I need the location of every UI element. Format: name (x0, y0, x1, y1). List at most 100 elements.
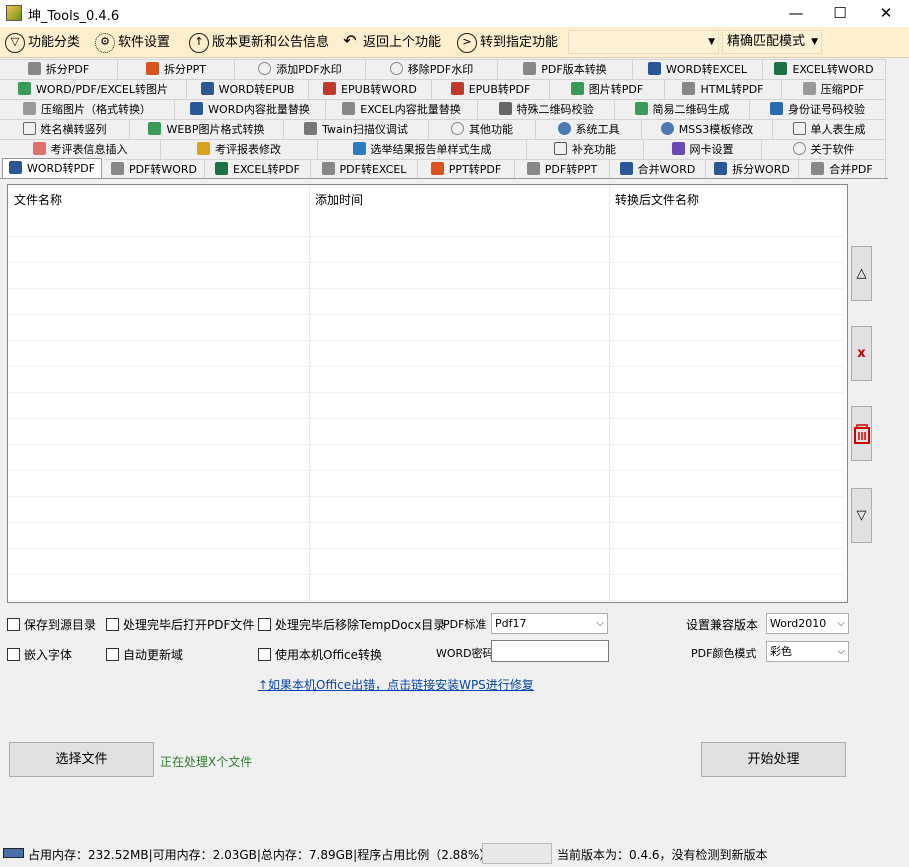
tab-webp-convert[interactable]: WEBP图片格式转换 (130, 119, 284, 139)
tab-pdf-to-excel[interactable]: PDF转EXCEL (311, 159, 418, 179)
grid-row-line (8, 340, 843, 341)
menu-go-to-function[interactable]: > 转到指定功能 (457, 31, 558, 55)
menu-function-category[interactable]: ▽ 功能分类 (5, 31, 80, 55)
tab-row-3: 压缩图片（格式转换） WORD内容批量替换 EXCEL内容批量替换 特殊二维码校… (0, 99, 909, 119)
upload-icon (197, 142, 210, 155)
tab-html-to-pdf[interactable]: HTML转PDF (665, 79, 782, 99)
tab-pdf-to-ppt[interactable]: PDF转PPT (515, 159, 610, 179)
minimize-button[interactable]: — (773, 0, 819, 27)
tab-compress-pdf[interactable]: 压缩PDF (782, 79, 886, 99)
tab-other-functions[interactable]: 其他功能 (429, 119, 536, 139)
tab-split-word[interactable]: 拆分WORD (706, 159, 799, 179)
tab-system-tools[interactable]: 系统工具 (536, 119, 642, 139)
tab-merge-pdf[interactable]: 合并PDF (799, 159, 886, 179)
clear-list-button[interactable] (851, 406, 872, 461)
window-title: 坤_Tools_0.4.6 (28, 9, 120, 24)
epub-icon (450, 82, 464, 95)
install-wps-link[interactable]: ↑如果本机Office出错，点击链接安装WPS进行修复 (258, 676, 534, 693)
funnel-icon: ▽ (5, 32, 25, 53)
close-button[interactable]: ✕ (863, 0, 909, 27)
tab-word-to-excel[interactable]: WORD转EXCEL (633, 59, 763, 79)
tab-word-batch-replace[interactable]: WORD内容批量替换 (175, 99, 326, 119)
grid-row-line (8, 600, 843, 601)
menu-software-settings[interactable]: ⚙ 软件设置 (95, 31, 170, 55)
tab-supplement[interactable]: 补充功能 (527, 139, 644, 159)
tab-excel-batch-replace[interactable]: EXCEL内容批量替换 (326, 99, 478, 119)
tab-split-pdf[interactable]: 拆分PDF (0, 59, 118, 79)
menu-back-previous[interactable]: ↶ 返回上个功能 (340, 31, 441, 55)
auto-update-fields-checkbox[interactable]: 自动更新域 (106, 646, 183, 663)
tab-merge-word[interactable]: 合并WORD (610, 159, 706, 179)
tab-pdf-version-convert[interactable]: PDF版本转换 (498, 59, 633, 79)
tab-qrcode-verify[interactable]: 特殊二维码校验 (478, 99, 615, 119)
tab-word-to-pdf[interactable]: WORD转PDF (2, 158, 102, 180)
tab-excel-to-word[interactable]: EXCEL转WORD (763, 59, 886, 79)
grid-row-line (8, 548, 843, 549)
tab-ppt-to-pdf[interactable]: PPT转PDF (418, 159, 515, 179)
pdf-standard-label: PDF标准 (443, 618, 487, 631)
embed-fonts-checkbox[interactable]: 嵌入字体 (7, 646, 72, 663)
status-bar: 占用内存：232.52MB|可用内存：2.03GB|总内存：7.89GB|程序占… (0, 840, 909, 867)
chevron-down-icon: ⌵ (837, 646, 845, 657)
chevron-down-icon: ⌵ (596, 618, 604, 629)
remove-button[interactable]: x (851, 326, 872, 381)
tab-id-number-verify[interactable]: 身份证号码校验 (750, 99, 886, 119)
grid-row-line (8, 288, 843, 289)
gear-icon: ⚙ (95, 32, 115, 53)
menu-updates-announcements[interactable]: ↑ 版本更新和公告信息 (189, 31, 329, 55)
clear-icon (853, 424, 870, 444)
word-password-input[interactable] (491, 640, 609, 662)
tab-twain-scanner[interactable]: Twain扫描仪调试 (284, 119, 429, 139)
pdf-icon (321, 162, 335, 175)
watermark-icon (258, 62, 272, 75)
tab-mss3-template[interactable]: MSS3模板修改 (642, 119, 773, 139)
tab-qrcode-generate[interactable]: 简易二维码生成 (615, 99, 750, 119)
tab-network-card[interactable]: 网卡设置 (644, 139, 762, 159)
grid-row-line (8, 574, 843, 575)
save-to-source-checkbox[interactable]: 保存到源目录 (7, 616, 96, 633)
word-icon (714, 162, 728, 175)
move-down-button[interactable]: ▽ (851, 488, 872, 543)
column-file-name[interactable]: 文件名称 (14, 191, 62, 208)
move-up-button[interactable]: △ (851, 246, 872, 301)
column-converted-name[interactable]: 转换后文件名称 (615, 191, 699, 208)
start-processing-button[interactable]: 开始处理 (701, 742, 846, 777)
tab-evaluation-modify[interactable]: 考评报表修改 (161, 139, 318, 159)
form-icon (32, 142, 46, 155)
tab-add-pdf-watermark[interactable]: 添加PDF水印 (235, 59, 366, 79)
tab-single-table[interactable]: 单人表生成 (773, 119, 886, 139)
file-list-grid[interactable]: 文件名称 添加时间 转换后文件名称 (7, 184, 848, 603)
tab-row-5: 考评表信息插入 考评报表修改 选举结果报告单样式生成 补充功能 网卡设置 关于软… (0, 139, 909, 159)
open-pdf-after-checkbox[interactable]: 处理完毕后打开PDF文件 (106, 616, 254, 633)
tab-doc-to-image[interactable]: WORD/PDF/EXCEL转图片 (0, 79, 187, 99)
column-added-time[interactable]: 添加时间 (315, 191, 363, 208)
match-mode-select[interactable]: 精确匹配模式 ▼ (722, 30, 822, 54)
tab-evaluation-insert[interactable]: 考评表信息插入 (0, 139, 161, 159)
remove-temp-after-checkbox[interactable]: 处理完毕后移除TempDocx目录 (258, 616, 445, 633)
tab-compress-image[interactable]: 压缩图片（格式转换） (0, 99, 175, 119)
grid-row-line (8, 366, 843, 367)
tab-excel-to-pdf[interactable]: EXCEL转PDF (205, 159, 311, 179)
title-bar: 坤_Tools_0.4.6 — ☐ ✕ (0, 0, 909, 27)
image-icon (18, 82, 32, 95)
maximize-button[interactable]: ☐ (817, 0, 863, 27)
arrow-right-circle-icon: > (457, 32, 477, 53)
use-local-office-checkbox[interactable]: 使用本机Office转换 (258, 646, 382, 663)
tab-word-to-epub[interactable]: WORD转EPUB (187, 79, 309, 99)
tab-name-transpose[interactable]: 姓名横转竖列 (0, 119, 130, 139)
tab-about[interactable]: 关于软件 (762, 139, 886, 159)
qrcode-icon (634, 102, 648, 115)
pdf-standard-select[interactable]: Pdf17 ⌵ (491, 613, 608, 634)
tab-epub-to-word[interactable]: EPUB转WORD (309, 79, 432, 99)
function-search-combo[interactable]: ▼ (568, 30, 719, 54)
tab-image-to-pdf[interactable]: 图片转PDF (550, 79, 665, 99)
tab-pdf-to-word[interactable]: PDF转WORD (104, 159, 205, 179)
tab-election-report[interactable]: 选举结果报告单样式生成 (318, 139, 527, 159)
compat-version-label: 设置兼容版本 (686, 618, 759, 632)
select-files-button[interactable]: 选择文件 (9, 742, 154, 777)
pdf-color-mode-select[interactable]: 彩色 ⌵ (766, 641, 849, 662)
tab-split-ppt[interactable]: 拆分PPT (118, 59, 235, 79)
compat-version-select[interactable]: Word2010 ⌵ (766, 613, 849, 634)
tab-epub-to-pdf[interactable]: EPUB转PDF (432, 79, 550, 99)
tab-remove-pdf-watermark[interactable]: 移除PDF水印 (366, 59, 498, 79)
